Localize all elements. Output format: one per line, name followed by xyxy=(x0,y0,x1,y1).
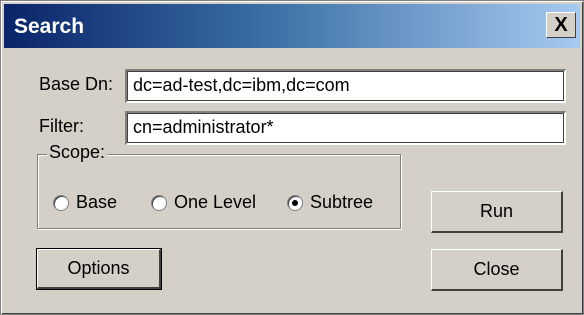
scope-option-base[interactable]: Base xyxy=(53,192,117,213)
base-dn-label: Base Dn: xyxy=(39,74,114,94)
radio-button-icon[interactable] xyxy=(53,194,69,211)
filter-input[interactable]: cn=administrator* xyxy=(125,111,566,145)
options-button[interactable]: Options xyxy=(36,248,162,290)
window-title: Search xyxy=(14,15,85,38)
scope-option-one-level[interactable]: One Level xyxy=(151,192,256,213)
radio-dot-icon xyxy=(292,199,298,206)
scope-legend: Scope: xyxy=(47,142,108,163)
scope-option-subtree[interactable]: Subtree xyxy=(287,192,373,213)
scope-option-label: One Level xyxy=(174,192,257,212)
radio-button-icon[interactable] xyxy=(151,194,167,211)
filter-label: Filter: xyxy=(39,116,84,136)
close-icon: X xyxy=(554,14,568,36)
close-window-button[interactable]: X xyxy=(546,12,576,38)
close-button[interactable]: Close xyxy=(431,249,563,291)
scope-option-label: Base xyxy=(76,192,118,212)
scope-option-label: Subtree xyxy=(310,192,374,212)
title-bar: Search X xyxy=(4,4,580,48)
base-dn-input[interactable]: dc=ad-test,dc=ibm,dc=com xyxy=(125,69,566,103)
run-button[interactable]: Run xyxy=(431,191,563,233)
search-dialog: Search X Base Dn: dc=ad-test,dc=ibm,dc=c… xyxy=(0,0,584,315)
radio-button-selected-icon[interactable] xyxy=(287,194,303,211)
